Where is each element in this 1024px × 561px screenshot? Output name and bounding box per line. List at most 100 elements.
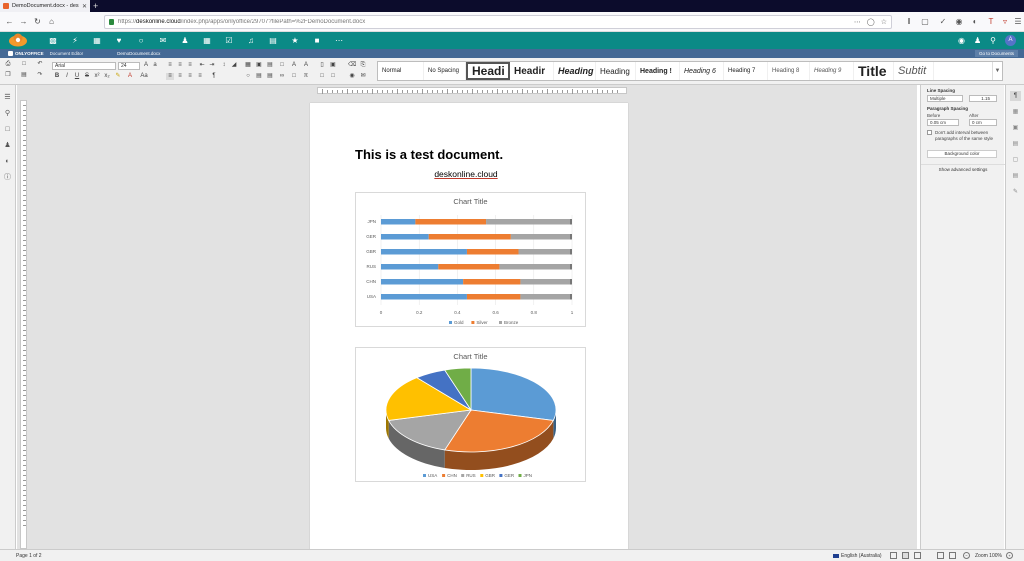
- redo-icon[interactable]: ↷: [36, 72, 44, 79]
- hyperlink-icon[interactable]: ∞: [278, 73, 286, 80]
- insert-image-icon[interactable]: ▣: [255, 62, 263, 69]
- fit-width-icon[interactable]: [949, 552, 956, 559]
- style-normal[interactable]: Normal: [378, 62, 424, 80]
- spacing-before-input[interactable]: 0.05 cm: [927, 119, 959, 126]
- sidebar-icon[interactable]: ▢: [920, 17, 930, 26]
- bar-segment-bronze[interactable]: [499, 264, 572, 270]
- notes-app-icon[interactable]: ■: [306, 32, 328, 49]
- new-tab-button[interactable]: +: [93, 1, 98, 11]
- highlight-icon[interactable]: ✎: [114, 73, 122, 80]
- pocket-icon[interactable]: ◯: [867, 18, 875, 26]
- paragraph-settings-icon[interactable]: ¶: [1010, 91, 1021, 101]
- font-color-icon[interactable]: A: [126, 73, 134, 80]
- extension-shield-icon[interactable]: ▿: [1000, 17, 1010, 26]
- paste-icon[interactable]: ▤: [20, 72, 28, 79]
- justify-icon[interactable]: ≡: [196, 73, 204, 80]
- insert-table-icon[interactable]: ▦: [244, 62, 252, 69]
- font-size-select[interactable]: 24: [118, 62, 140, 70]
- bar-segment-silver[interactable]: [415, 219, 487, 225]
- columns-icon[interactable]: ▯: [318, 62, 326, 69]
- style-no-spacing[interactable]: No Spacing: [424, 62, 466, 80]
- style-title[interactable]: Title: [854, 62, 894, 80]
- bar-segment-silver[interactable]: [428, 234, 511, 240]
- comments-icon[interactable]: □: [3, 125, 12, 134]
- extension-t-icon[interactable]: T: [986, 17, 996, 26]
- page-counter[interactable]: Page 1 of 2: [16, 553, 42, 559]
- spacing-after-input[interactable]: 0 cm: [969, 119, 997, 126]
- style-heading-6[interactable]: Heading 6: [680, 62, 724, 80]
- background-color-button[interactable]: Background color: [927, 150, 997, 158]
- favorites-app-icon[interactable]: ♥: [108, 32, 130, 49]
- deck-app-icon[interactable]: ▤: [262, 32, 284, 49]
- contacts-menu-icon[interactable]: ♟: [974, 36, 981, 45]
- shield-icon[interactable]: ◐: [970, 17, 980, 26]
- superscript-icon[interactable]: x²: [93, 73, 101, 80]
- notifications-icon[interactable]: ◉: [958, 36, 965, 45]
- tasks-app-icon[interactable]: ☑: [218, 32, 240, 49]
- increase-font-icon[interactable]: A: [142, 62, 150, 69]
- change-case-icon[interactable]: Aa: [140, 73, 148, 80]
- header-settings-icon[interactable]: ▤: [1010, 139, 1021, 149]
- url-bar[interactable]: https://deskonline.cloud/index.php/apps/…: [104, 15, 892, 29]
- orientation-icon[interactable]: ▣: [329, 62, 337, 69]
- zoom-in-icon[interactable]: +: [1006, 552, 1013, 559]
- hamburger-menu-icon[interactable]: ☰: [1013, 17, 1023, 26]
- spellcheck-icon[interactable]: [890, 552, 897, 559]
- bullets-icon[interactable]: ≡: [166, 62, 174, 69]
- back-icon[interactable]: ←: [4, 16, 15, 27]
- comment-icon[interactable]: □: [290, 73, 298, 80]
- more-apps-icon[interactable]: ⋯: [328, 32, 350, 49]
- bar-segment-silver[interactable]: [466, 294, 521, 300]
- library-icon[interactable]: ‖: [904, 17, 914, 26]
- plugins-icon[interactable]: ◐: [3, 157, 12, 166]
- style-subtitle[interactable]: Subtit: [894, 62, 934, 80]
- style-heading-1[interactable]: Headi: [466, 62, 510, 80]
- copy-style-icon[interactable]: ⎘: [359, 62, 367, 69]
- insert-textbox-icon[interactable]: □: [278, 62, 286, 69]
- tools-icon[interactable]: ✓: [938, 17, 948, 26]
- chat-icon[interactable]: ♟: [3, 141, 12, 150]
- vertical-ruler[interactable]: [20, 100, 27, 549]
- bar-segment-gold[interactable]: [381, 234, 429, 240]
- browser-tab[interactable]: DemoDocument.docx - deskonline.cloud ✕: [0, 0, 90, 12]
- dont-add-interval-checkbox[interactable]: [927, 130, 932, 135]
- bar-segment-bronze[interactable]: [520, 279, 572, 285]
- document-canvas[interactable]: This is a test document. deskonline.clou…: [17, 85, 917, 549]
- activity-app-icon[interactable]: ⚡: [64, 32, 86, 49]
- about-icon[interactable]: ⓘ: [3, 173, 12, 182]
- style-heading-8[interactable]: Heading 8: [768, 62, 810, 80]
- table-settings-icon[interactable]: ▦: [1010, 107, 1021, 117]
- insert-dropcap-icon[interactable]: A: [302, 62, 310, 69]
- color-scheme-icon[interactable]: ◉: [348, 73, 356, 80]
- bar-segment-bronze[interactable]: [518, 249, 572, 255]
- nextcloud-logo-icon[interactable]: [8, 33, 28, 47]
- bold-icon[interactable]: B: [53, 73, 61, 80]
- print-icon[interactable]: ⎙: [4, 61, 12, 68]
- document-page[interactable]: This is a test document. deskonline.clou…: [310, 103, 628, 549]
- style-heading-5[interactable]: Heading !: [636, 62, 680, 80]
- zoom-level[interactable]: Zoom 100%: [975, 553, 1002, 559]
- forward-icon[interactable]: →: [18, 16, 29, 27]
- style-heading-4[interactable]: Heading: [596, 62, 636, 80]
- calendar-app-icon[interactable]: ▦: [196, 32, 218, 49]
- style-heading-2[interactable]: Headir: [510, 62, 554, 80]
- avatar[interactable]: A: [1005, 35, 1016, 46]
- page-size-icon[interactable]: □: [329, 73, 337, 80]
- search-icon[interactable]: ⚲: [990, 36, 996, 45]
- bar-segment-gold[interactable]: [381, 264, 439, 270]
- save-icon[interactable]: □: [20, 61, 28, 68]
- align-right-icon[interactable]: ≡: [186, 73, 194, 80]
- bar-segment-gold[interactable]: [381, 294, 467, 300]
- close-tab-icon[interactable]: ✕: [82, 3, 87, 10]
- align-left-icon[interactable]: ≡: [166, 73, 174, 80]
- chart-settings-icon[interactable]: ▤: [1010, 171, 1021, 181]
- style-heading-9[interactable]: Heading 9: [810, 62, 854, 80]
- paragraph-shading-icon[interactable]: ◢: [230, 62, 238, 69]
- underline-icon[interactable]: U: [73, 73, 81, 80]
- contacts-app-icon[interactable]: ♟: [174, 32, 196, 49]
- equation-icon[interactable]: π: [302, 73, 310, 80]
- copy-icon[interactable]: ❐: [4, 72, 12, 79]
- image-settings-icon[interactable]: ▣: [1010, 123, 1021, 133]
- fit-page-icon[interactable]: [937, 552, 944, 559]
- page-break-icon[interactable]: ▤: [255, 73, 263, 80]
